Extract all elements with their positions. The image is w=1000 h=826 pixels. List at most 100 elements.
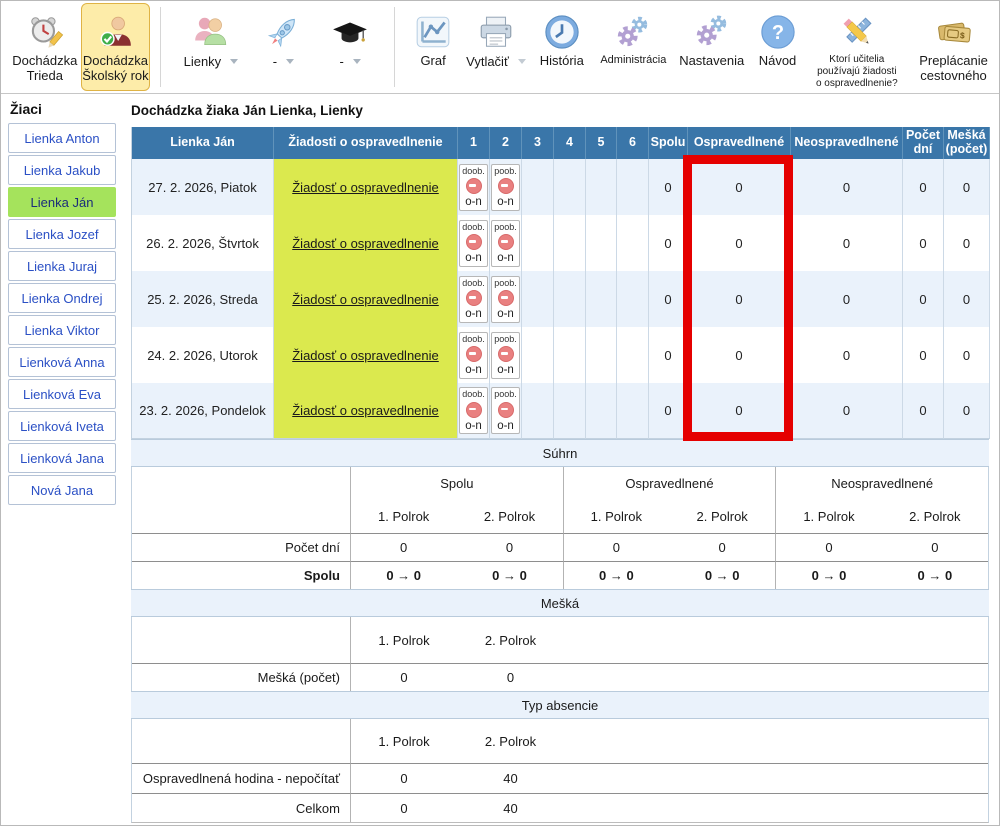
toolbar-item-rocket[interactable]: - xyxy=(251,3,317,91)
attendance-slot-morning[interactable]: doob.o-n xyxy=(459,164,488,211)
chevron-down-icon[interactable] xyxy=(230,59,238,64)
summary-value: 0 → 0 xyxy=(882,561,988,589)
no-entry-icon xyxy=(498,346,514,362)
toolbar-item-administracia[interactable]: Administrácia xyxy=(593,3,674,91)
excuse-request-link[interactable]: Žiadosť o ospravedlnenie xyxy=(292,292,439,307)
lesson-cell-3 xyxy=(522,159,554,215)
lesson-cell-5 xyxy=(586,215,617,271)
toolbar-item-preplacanie[interactable]: $ Preplácanie cestovného xyxy=(908,3,999,91)
subheader-polrok: 1. Polrok xyxy=(775,499,881,533)
spacer-cell xyxy=(564,719,988,763)
summary-value: 0 → 0 xyxy=(563,561,669,589)
toolbar-item-nastavenia[interactable]: Nastavenia xyxy=(674,3,749,91)
lesson-cell-5 xyxy=(586,327,617,383)
sidebar-item-student-selected[interactable]: Lienka Ján xyxy=(8,187,116,217)
toolbar-item-graduation[interactable]: - xyxy=(316,3,384,91)
sidebar-item-student[interactable]: Lienková Iveta xyxy=(8,411,116,441)
toolbar-item-ktori-ucitelia[interactable]: Ktorí učitelia používajú žiadosti o ospr… xyxy=(806,3,909,91)
lesson-cell-6 xyxy=(617,383,649,439)
toolbar-item-historia[interactable]: História xyxy=(531,3,593,91)
column-header-student: Lienka Ján xyxy=(132,127,274,159)
sidebar-item-student[interactable]: Lienka Juraj xyxy=(8,251,116,281)
sidebar-item-student[interactable]: Lienková Jana xyxy=(8,443,116,473)
chevron-down-icon[interactable] xyxy=(518,59,526,64)
total-cell: 0 xyxy=(649,159,688,215)
spacer-cell xyxy=(564,617,988,663)
rocket-icon xyxy=(264,10,302,54)
summary-value: 0 xyxy=(350,533,456,561)
attendance-slot-afternoon[interactable]: poob.o-n xyxy=(491,332,520,379)
lesson-cell-5 xyxy=(586,383,617,439)
lesson-cell-6 xyxy=(617,271,649,327)
column-header-lesson-1: 1 xyxy=(458,127,490,159)
graduation-cap-icon xyxy=(330,10,370,54)
alarm-clock-icon xyxy=(26,10,64,54)
spacer-cell xyxy=(564,793,988,822)
person-check-icon xyxy=(96,10,134,54)
column-header-lesson-2: 2 xyxy=(490,127,522,159)
no-entry-icon xyxy=(466,346,482,362)
sidebar-item-student[interactable]: Lienka Jakub xyxy=(8,155,116,185)
days-cell: 0 xyxy=(903,271,944,327)
unexcused-cell: 0 xyxy=(791,271,903,327)
toolbar-item-dochadzka-trieda[interactable]: Dochádzka Trieda xyxy=(9,3,81,91)
sidebar-item-student[interactable]: Lienková Eva xyxy=(8,379,116,409)
lesson-cell-3 xyxy=(522,327,554,383)
toolbar-item-navod[interactable]: ? Návod xyxy=(749,3,805,91)
column-header-lesson-4: 4 xyxy=(554,127,586,159)
late-cell: 0 xyxy=(944,327,990,383)
sidebar-item-student[interactable]: Nová Jana xyxy=(8,475,116,505)
toolbar-label: Graf xyxy=(420,54,445,69)
column-header-days: Početdní xyxy=(903,127,944,159)
attendance-slot-afternoon[interactable]: poob.o-n xyxy=(491,220,520,267)
no-entry-icon xyxy=(498,178,514,194)
attendance-slot-morning[interactable]: doob.o-n xyxy=(459,387,488,434)
excuse-request-link[interactable]: Žiadosť o ospravedlnenie xyxy=(292,180,439,195)
excuse-request-link[interactable]: Žiadosť o ospravedlnenie xyxy=(292,348,439,363)
attendance-slot-afternoon[interactable]: poob.o-n xyxy=(491,164,520,211)
subheader-polrok: 2. Polrok xyxy=(457,617,564,663)
chevron-down-icon[interactable] xyxy=(353,59,361,64)
excused-cell: 0 xyxy=(688,215,791,271)
attendance-slot-morning[interactable]: doob.o-n xyxy=(459,276,488,323)
lesson-cell-3 xyxy=(522,383,554,439)
sidebar-item-student[interactable]: Lienka Ondrej xyxy=(8,283,116,313)
toolbar-item-graf[interactable]: Graf xyxy=(405,3,461,91)
lesson-cell-1: doob.o-n xyxy=(458,383,490,439)
toolbar-separator xyxy=(160,7,161,87)
sidebar-item-student[interactable]: Lienka Viktor xyxy=(8,315,116,345)
sidebar-item-student[interactable]: Lienka Jozef xyxy=(8,219,116,249)
excuse-request-link[interactable]: Žiadosť o ospravedlnenie xyxy=(292,403,439,418)
toolbar-item-vytlacit[interactable]: Vytlačiť xyxy=(461,3,531,91)
lesson-cell-4 xyxy=(554,383,586,439)
summary-value: 0 → 0 xyxy=(775,561,881,589)
toolbar-item-lienky[interactable]: Lienky xyxy=(171,3,250,91)
lesson-cell-4 xyxy=(554,215,586,271)
days-cell: 0 xyxy=(903,383,944,439)
summary-group-ospravedlnene: Ospravedlnené xyxy=(563,467,776,499)
toolbar-label: Návod xyxy=(759,54,797,69)
no-entry-icon xyxy=(466,178,482,194)
summary-value: 0 xyxy=(882,533,988,561)
late-cell: 0 xyxy=(944,271,990,327)
attendance-slot-afternoon[interactable]: poob.o-n xyxy=(491,387,520,434)
excuse-request-link[interactable]: Žiadosť o ospravedlnenie xyxy=(292,236,439,251)
attendance-slot-afternoon[interactable]: poob.o-n xyxy=(491,276,520,323)
attendance-slot-morning[interactable]: doob.o-n xyxy=(459,220,488,267)
unexcused-cell: 0 xyxy=(791,383,903,439)
sidebar-item-student[interactable]: Lienková Anna xyxy=(8,347,116,377)
column-header-lesson-6: 6 xyxy=(617,127,649,159)
lesson-cell-1: doob.o-n xyxy=(458,215,490,271)
attendance-slot-morning[interactable]: doob.o-n xyxy=(459,332,488,379)
toolbar-item-dochadzka-skolsky-rok[interactable]: Dochádzka Školský rok xyxy=(81,3,151,91)
chevron-down-icon[interactable] xyxy=(286,59,294,64)
question-icon: ? xyxy=(758,10,798,54)
absence-type-band: Typ absencie xyxy=(131,691,989,719)
request-cell: Žiadosť o ospravedlnenie xyxy=(274,159,458,215)
sidebar-item-student[interactable]: Lienka Anton xyxy=(8,123,116,153)
summary-value: 0 → 0 xyxy=(669,561,775,589)
people-icon xyxy=(192,10,230,54)
days-cell: 0 xyxy=(903,159,944,215)
toolbar-label: Nastavenia xyxy=(679,54,744,69)
toolbar-label: - xyxy=(273,54,277,69)
